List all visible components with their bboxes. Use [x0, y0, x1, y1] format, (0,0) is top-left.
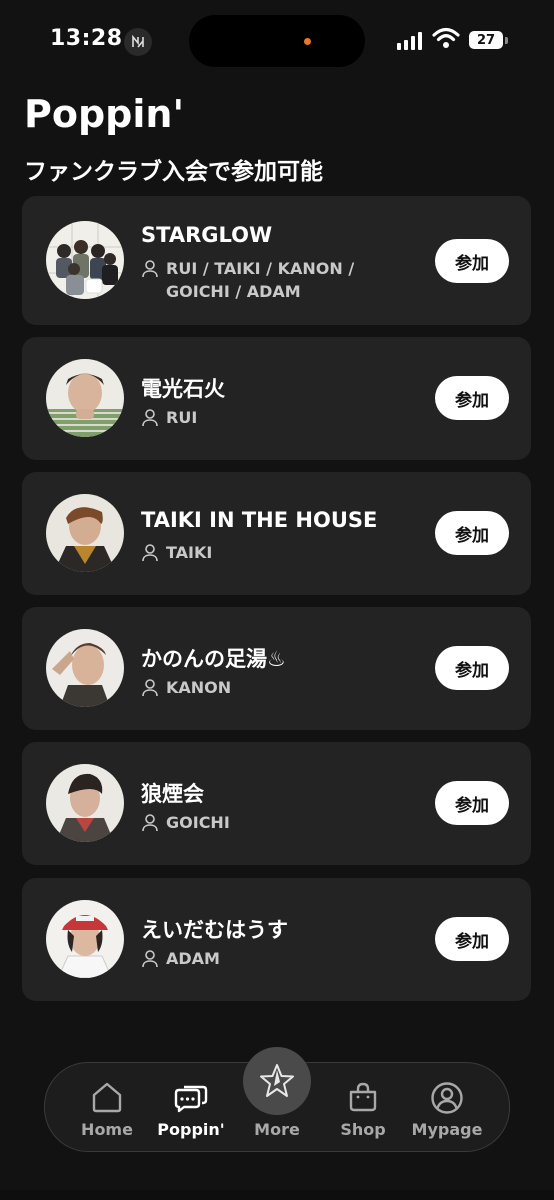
club-name: 電光石火 — [141, 377, 225, 401]
club-avatar — [46, 221, 124, 299]
club-name: 狼煙会 — [141, 782, 204, 806]
club-members: RUI — [141, 406, 401, 429]
dynamic-island — [189, 15, 365, 67]
join-button[interactable]: 参加 — [435, 376, 509, 420]
person-icon — [142, 544, 158, 562]
join-button[interactable]: 参加 — [435, 781, 509, 825]
bottom-nav-bar: Home Poppin' More Shop Mypage — [44, 1047, 510, 1152]
club-avatar — [46, 629, 124, 707]
club-card-taiki-in-the-house[interactable]: TAIKI IN THE HOUSE TAIKI 参加 — [22, 472, 531, 595]
nav-item-more[interactable]: More — [235, 1063, 319, 1151]
person-icon — [142, 950, 158, 968]
club-card-starglow[interactable]: STARGLOW RUI / TAIKI / KANON / GOICHI / … — [22, 196, 531, 325]
club-members: GOICHI — [141, 811, 401, 834]
club-card-eidamu-house[interactable]: えいだむはうす ADAM 参加 — [22, 878, 531, 1001]
home-indicator — [0, 1190, 554, 1200]
club-members-text: RUI / TAIKI / KANON / GOICHI / ADAM — [166, 259, 355, 301]
section-subtitle: ファンクラブ入会で参加可能 — [24, 159, 323, 185]
club-members: TAIKI — [141, 541, 401, 564]
club-name: STARGLOW — [141, 223, 273, 247]
club-card-noroshikai[interactable]: 狼煙会 GOICHI 参加 — [22, 742, 531, 865]
battery-icon: 27 — [469, 31, 503, 49]
club-members: RUI / TAIKI / KANON / GOICHI / ADAM — [141, 257, 401, 303]
page-title: Poppin' — [24, 92, 185, 136]
user-circle-icon — [431, 1082, 463, 1114]
club-card-kanon-ashiyu[interactable]: かのんの足湯♨ KANON 参加 — [22, 607, 531, 730]
nav-label-mypage: Mypage — [411, 1120, 483, 1139]
person-icon — [142, 409, 158, 427]
nav-label-shop: Shop — [340, 1120, 386, 1139]
person-icon — [142, 679, 158, 697]
join-button[interactable]: 参加 — [435, 511, 509, 555]
status-time: 13:28 — [50, 26, 123, 51]
status-bar: 13:28 27 — [0, 0, 554, 86]
home-icon — [92, 1082, 122, 1113]
nav-label-more: More — [254, 1120, 300, 1139]
chat-bubbles-icon — [174, 1085, 208, 1113]
club-members-text: ADAM — [166, 949, 220, 968]
club-members-text: TAIKI — [166, 543, 213, 562]
join-button[interactable]: 参加 — [435, 646, 509, 690]
club-avatar — [46, 494, 124, 572]
club-members: ADAM — [141, 947, 401, 970]
person-icon — [142, 814, 158, 832]
join-button[interactable]: 参加 — [435, 917, 509, 961]
nav-item-shop[interactable]: Shop — [321, 1063, 405, 1151]
club-avatar — [46, 900, 124, 978]
club-name: かのんの足湯♨ — [141, 647, 286, 671]
nav-label-home: Home — [81, 1120, 133, 1139]
club-members-text: GOICHI — [166, 813, 230, 832]
nfc-icon — [124, 28, 152, 56]
wifi-icon — [432, 27, 460, 53]
club-name: TAIKI IN THE HOUSE — [141, 508, 378, 532]
club-avatar — [46, 764, 124, 842]
join-button[interactable]: 参加 — [435, 239, 509, 283]
person-icon — [142, 260, 158, 278]
club-members-text: KANON — [166, 678, 232, 697]
nav-item-home[interactable]: Home — [65, 1063, 149, 1151]
club-members-text: RUI — [166, 408, 198, 427]
shopping-bag-icon — [349, 1082, 377, 1112]
club-name: えいだむはうす — [141, 918, 288, 942]
club-card-denkosekka[interactable]: 電光石火 RUI 参加 — [22, 337, 531, 460]
club-avatar — [46, 359, 124, 437]
nav-item-mypage[interactable]: Mypage — [405, 1063, 489, 1151]
cellular-signal-icon — [397, 32, 422, 50]
club-members: KANON — [141, 676, 401, 699]
nav-label-poppin: Poppin' — [157, 1120, 225, 1139]
nav-item-poppin[interactable]: Poppin' — [149, 1063, 233, 1151]
